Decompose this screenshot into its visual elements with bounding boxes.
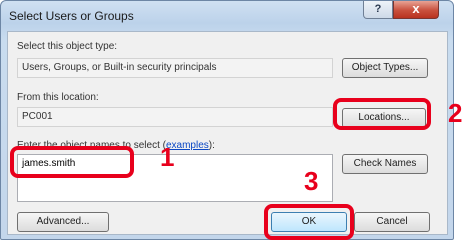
cancel-button[interactable]: Cancel (354, 212, 430, 232)
help-button[interactable]: ? (363, 1, 393, 19)
close-button[interactable]: x (393, 1, 439, 19)
step-1-label: 1 (160, 142, 175, 172)
highlight-names-input (10, 146, 134, 178)
step-2-label: 2 (448, 98, 463, 128)
step-3-label: 3 (304, 166, 319, 196)
dialog-content: Select this object type: Users, Groups, … (7, 31, 448, 235)
object-types-button[interactable]: Object Types... (342, 58, 428, 78)
highlight-locations-button (333, 98, 431, 130)
location-label: From this location: (17, 92, 99, 103)
object-type-field: Users, Groups, or Built-in security prin… (17, 58, 333, 78)
advanced-button[interactable]: Advanced... (17, 212, 109, 232)
window-title: Select Users or Groups (9, 9, 134, 23)
check-names-button[interactable]: Check Names (342, 154, 428, 174)
highlight-ok-button (264, 204, 354, 240)
object-type-label: Select this object type: (17, 41, 118, 52)
names-label-suffix: ): (208, 140, 215, 151)
close-icon: x (412, 1, 420, 16)
location-field: PC001 (17, 107, 333, 127)
help-icon: ? (374, 3, 382, 15)
